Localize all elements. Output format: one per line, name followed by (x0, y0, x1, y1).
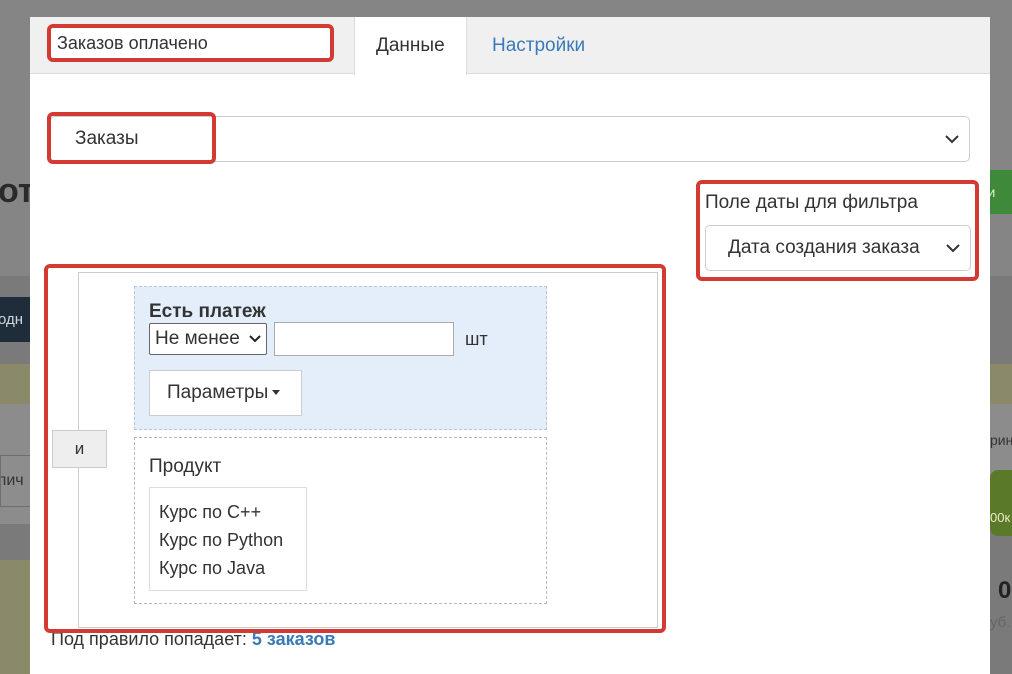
background-right-unit: уб. (990, 614, 1011, 631)
background-green-card (990, 470, 1012, 536)
highlight-title (47, 24, 334, 62)
background-right-subtext: 00к (990, 510, 1011, 525)
tab-settings[interactable]: Настройки (471, 17, 606, 74)
highlight-date-filter (696, 180, 979, 281)
chevron-down-icon (945, 117, 959, 161)
highlight-rule-builder (44, 264, 666, 633)
background-right-number: 0 (998, 577, 1012, 604)
tab-data[interactable]: Данные (354, 17, 467, 75)
background-right-text: рин (990, 432, 1012, 448)
background-dark-button: одн (0, 297, 32, 342)
background-left-panel (0, 560, 30, 674)
highlight-source (47, 112, 216, 164)
